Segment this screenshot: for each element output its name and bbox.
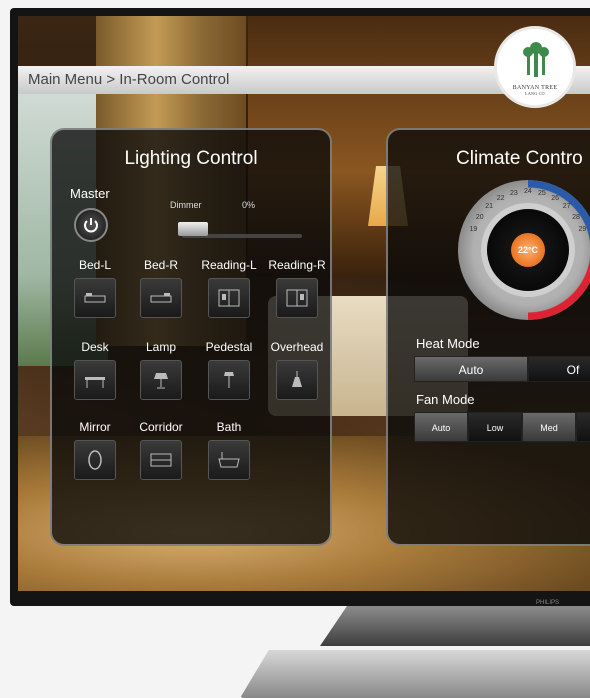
desk-icon xyxy=(85,377,105,388)
light-label: Desk xyxy=(81,340,109,354)
dimmer-value: 0% xyxy=(242,200,256,210)
tv-screen: Main Menu > In-Room Control BANYAN TREE … xyxy=(18,16,590,591)
fan-mode-low-button[interactable]: Low xyxy=(468,412,522,442)
light-label: Corridor xyxy=(139,420,183,434)
light-button-overhead[interactable] xyxy=(276,360,318,400)
light-button-pedestal[interactable] xyxy=(208,360,250,400)
hotel-logo: BANYAN TREE LANG CO xyxy=(494,26,576,108)
light-button-reading-l[interactable] xyxy=(208,278,250,318)
light-label: Pedestal xyxy=(205,340,253,354)
heat-mode-auto-button[interactable]: Auto xyxy=(414,356,528,382)
dial-tick-label: 28 xyxy=(572,213,580,221)
tv-stand-base xyxy=(240,650,590,698)
mirror-icon xyxy=(88,450,102,470)
light-button-corridor[interactable] xyxy=(140,440,182,480)
power-icon xyxy=(84,218,98,233)
fan-mode-auto-button[interactable]: Auto xyxy=(414,412,468,442)
bed-right-icon xyxy=(150,293,172,303)
light-label: Lamp xyxy=(145,340,177,354)
climate-panel: Climate Contro 19 20 21 22 23 24 25 26 27 28 29 22… xyxy=(386,128,590,546)
logo-line2: LANG CO xyxy=(525,91,545,96)
dial-tick-label: 19 xyxy=(469,226,478,234)
lighting-title: Lighting Control xyxy=(124,148,258,169)
master-power-button[interactable] xyxy=(74,208,108,242)
dial-tick-label: 25 xyxy=(538,189,546,197)
bath-icon xyxy=(218,452,240,468)
lamp-icon xyxy=(154,373,168,389)
dial-tick-label: 21 xyxy=(485,202,493,210)
light-button-bed-r[interactable] xyxy=(140,278,182,318)
dial-tick-label: 29 xyxy=(578,226,587,234)
tv-stand-neck xyxy=(320,606,590,646)
light-button-bed-l[interactable] xyxy=(74,278,116,318)
tree-icon xyxy=(523,42,549,77)
light-button-lamp[interactable] xyxy=(140,360,182,400)
pedestal-icon xyxy=(224,372,234,388)
dial-tick-label: 24 xyxy=(524,188,532,195)
light-label: Bath xyxy=(216,420,242,434)
heat-mode-label: Heat Mode xyxy=(416,336,480,351)
light-label: Bed-R xyxy=(143,258,178,272)
dial-tick-label: 27 xyxy=(562,202,571,210)
dial-tick-label: 26 xyxy=(551,194,560,202)
light-label: Overhead xyxy=(270,340,324,354)
reading-right-icon xyxy=(286,289,308,307)
tv-brand: PHILIPS xyxy=(536,600,560,606)
dimmer-slider-knob[interactable] xyxy=(178,222,208,236)
dial-tick-label: 22 xyxy=(496,194,505,202)
logo-text: BANYAN TREE LANG CO xyxy=(497,85,573,96)
dial-tick-label: 23 xyxy=(509,189,518,197)
light-button-mirror[interactable] xyxy=(74,440,116,480)
overhead-icon xyxy=(292,371,302,387)
master-label: Master xyxy=(70,186,110,201)
fan-mode-next-button[interactable] xyxy=(576,412,590,442)
light-label: Bed-L xyxy=(78,258,112,272)
fan-mode-med-button[interactable]: Med xyxy=(522,412,576,442)
light-label: Reading-R xyxy=(268,258,326,272)
fan-mode-label: Fan Mode xyxy=(416,392,475,407)
light-button-desk[interactable] xyxy=(74,360,116,400)
climate-title: Climate Contro xyxy=(456,148,583,169)
light-button-bath[interactable] xyxy=(208,440,250,480)
dial-tick-label: 20 xyxy=(475,213,484,221)
light-button-reading-r[interactable] xyxy=(276,278,318,318)
reading-left-icon xyxy=(218,289,240,307)
dimmer-label: Dimmer xyxy=(170,200,202,210)
light-label: Reading-L xyxy=(201,258,257,272)
light-label: Mirror xyxy=(79,420,111,434)
bed-left-icon xyxy=(84,293,106,303)
heat-mode-off-button[interactable]: Of xyxy=(528,356,590,382)
temperature-display: 22°C xyxy=(511,233,545,267)
corridor-icon xyxy=(150,453,172,467)
lighting-panel: Lighting Control Master Dimmer 0% Bed-L B… xyxy=(50,128,332,546)
